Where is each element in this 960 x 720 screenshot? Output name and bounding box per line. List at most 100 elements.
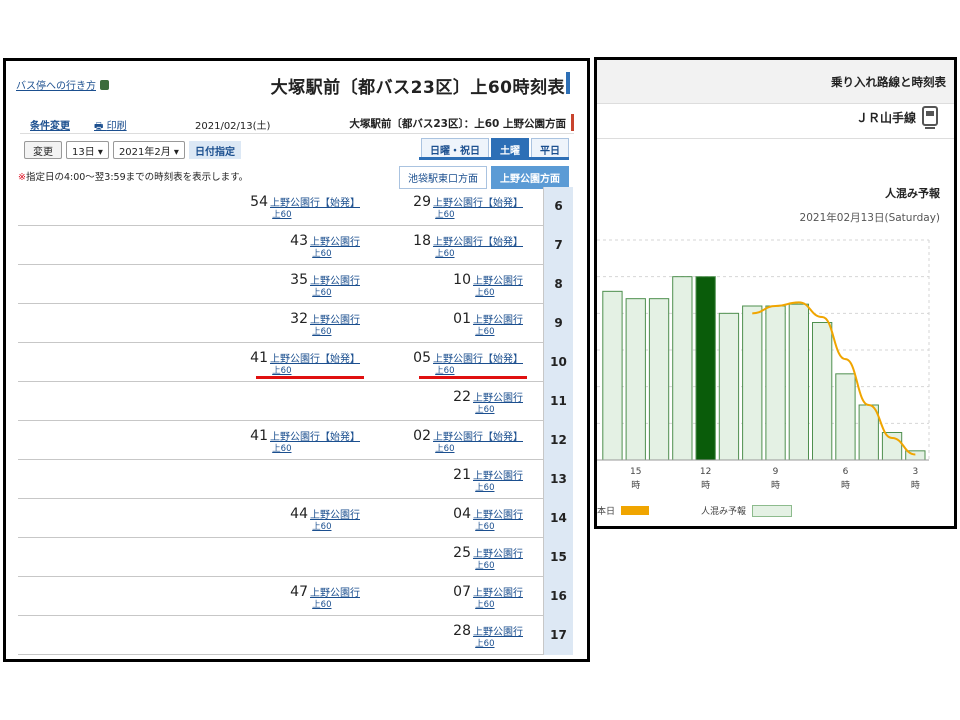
departure[interactable]: 28 上野公園行 上60	[453, 620, 523, 649]
departure[interactable]: 05 上野公園行【始発】 上60	[413, 347, 523, 376]
departure-route[interactable]: 上60	[475, 637, 523, 649]
departure[interactable]: 41 上野公園行【始発】 上60	[250, 425, 360, 454]
year-month-value[interactable]: 2021年2月	[119, 147, 171, 158]
departure-route[interactable]: 上60	[475, 559, 523, 571]
departure-minute[interactable]: 35	[290, 272, 308, 288]
notice-mark: ※	[18, 172, 26, 183]
departure[interactable]: 54 上野公園行【始発】 上60	[250, 191, 360, 220]
train-icon	[922, 106, 938, 129]
tab-direction-ikebukuro[interactable]: 池袋駅東口方面	[399, 166, 487, 189]
departure-minute[interactable]: 41	[250, 350, 268, 366]
departure-minute[interactable]: 21	[453, 467, 471, 483]
legend-forecast-label: 人混み予報	[701, 507, 747, 517]
year-month-select[interactable]: 2021年2月 ▾	[112, 141, 185, 159]
departure-route[interactable]: 上60	[435, 208, 523, 220]
forecast-date: 2021年02月13日(Saturday)	[799, 212, 940, 224]
departure[interactable]: 32 上野公園行 上60	[290, 308, 360, 337]
departure[interactable]: 43 上野公園行 上60	[290, 230, 360, 259]
hour-cell: 17	[543, 616, 573, 655]
departure-minute[interactable]: 47	[290, 584, 308, 600]
tab-direction-ueno[interactable]: 上野公園方面	[491, 166, 569, 189]
timetable-header: バス停への行き方 大塚駅前〔都バス23区〕上60時刻表	[6, 61, 587, 105]
departure-minute[interactable]: 43	[290, 233, 308, 249]
departure-minute[interactable]: 54	[250, 194, 268, 210]
day-select[interactable]: 13日 ▾	[66, 141, 109, 159]
tab-saturday[interactable]: 土曜	[491, 138, 529, 157]
departure[interactable]: 04 上野公園行 上60	[453, 503, 523, 532]
departure-route[interactable]: 上60	[475, 286, 523, 298]
departure[interactable]: 07 上野公園行 上60	[453, 581, 523, 610]
change-button[interactable]: 変更	[24, 141, 62, 159]
departure-route[interactable]: 上60	[475, 598, 523, 610]
departure-minute[interactable]: 05	[413, 350, 431, 366]
departure-route[interactable]: 上60	[312, 520, 360, 532]
day-value[interactable]: 13日	[72, 147, 95, 158]
timetable-row: 14 04 上野公園行 上60 44 上野公園行 上60	[18, 499, 573, 538]
departure-minute[interactable]: 25	[453, 545, 471, 561]
direction-tabs: 上野公園方面 池袋駅東口方面	[399, 166, 569, 189]
route-accent-bar	[571, 114, 574, 131]
change-condition-link[interactable]: 条件変更	[30, 117, 70, 132]
print-label[interactable]: 印刷	[107, 121, 127, 132]
timetable-row: 15 25 上野公園行 上60	[18, 538, 573, 577]
departure[interactable]: 35 上野公園行 上60	[290, 269, 360, 298]
departure-minute[interactable]: 02	[413, 428, 431, 444]
departure-route[interactable]: 上60	[312, 247, 360, 259]
date-specify-label: 日付指定	[188, 141, 241, 159]
line-name[interactable]: ＪＲ山手線	[856, 109, 916, 126]
departure-route[interactable]: 上60	[475, 325, 523, 337]
departure-minute[interactable]: 18	[413, 233, 431, 249]
departure-minute[interactable]: 04	[453, 506, 471, 522]
departure-route[interactable]: 上60	[435, 247, 523, 259]
departure[interactable]: 02 上野公園行【始発】 上60	[413, 425, 523, 454]
departure-route[interactable]: 上60	[435, 442, 523, 454]
chart-bar	[858, 404, 879, 461]
departure[interactable]: 10 上野公園行 上60	[453, 269, 523, 298]
departure-route[interactable]: 上60	[312, 286, 360, 298]
hour-cell: 10	[543, 343, 573, 382]
departure[interactable]: 25 上野公園行 上60	[453, 542, 523, 571]
departure[interactable]: 29 上野公園行【始発】 上60	[413, 191, 523, 220]
departure[interactable]: 41 上野公園行【始発】 上60	[250, 347, 360, 376]
departure-route[interactable]: 上60	[435, 364, 523, 376]
x-tick-label: 9	[773, 467, 779, 477]
departure[interactable]: 22 上野公園行 上60	[453, 386, 523, 415]
departure[interactable]: 01 上野公園行 上60	[453, 308, 523, 337]
hour-cell: 8	[543, 265, 573, 304]
departure-route[interactable]: 上60	[272, 364, 360, 376]
directions-link-label[interactable]: バス停への行き方	[16, 81, 96, 92]
departure-minute[interactable]: 22	[453, 389, 471, 405]
departure-route[interactable]: 上60	[312, 325, 360, 337]
departure-minute[interactable]: 28	[453, 623, 471, 639]
departure[interactable]: 47 上野公園行 上60	[290, 581, 360, 610]
departure-minute[interactable]: 29	[413, 194, 431, 210]
departure[interactable]: 21 上野公園行 上60	[453, 464, 523, 493]
departure-minute[interactable]: 44	[290, 506, 308, 522]
directions-link[interactable]: バス停への行き方	[16, 77, 109, 92]
departure[interactable]: 18 上野公園行【始発】 上60	[413, 230, 523, 259]
departure-route[interactable]: 上60	[475, 481, 523, 493]
chart-bar	[788, 303, 809, 461]
tab-sunday-holiday[interactable]: 日曜・祝日	[421, 138, 489, 157]
departure-minute[interactable]: 10	[453, 272, 471, 288]
notice-text: ※指定日の4:00〜翌3:59までの時刻表を表示します。	[18, 169, 248, 183]
departure-route[interactable]: 上60	[475, 520, 523, 532]
chart-bar	[812, 322, 833, 461]
departure[interactable]: 44 上野公園行 上60	[290, 503, 360, 532]
departure-minute[interactable]: 41	[250, 428, 268, 444]
departure-route[interactable]: 上60	[272, 442, 360, 454]
departure-route[interactable]: 上60	[272, 208, 360, 220]
chart-bar	[718, 312, 740, 461]
bus-icon	[100, 80, 109, 90]
hour-cell: 7	[543, 226, 573, 265]
departure-route[interactable]: 上60	[475, 403, 523, 415]
print-link[interactable]: 🖶 印刷	[94, 117, 127, 136]
departure-route[interactable]: 上60	[312, 598, 360, 610]
tab-weekday[interactable]: 平日	[531, 138, 569, 157]
chart-bar	[625, 298, 646, 461]
x-tick-label: 15	[630, 467, 641, 477]
selected-date: 2021/02/13(土)	[195, 121, 271, 132]
departure-minute[interactable]: 32	[290, 311, 308, 327]
departure-minute[interactable]: 07	[453, 584, 471, 600]
departure-minute[interactable]: 01	[453, 311, 471, 327]
